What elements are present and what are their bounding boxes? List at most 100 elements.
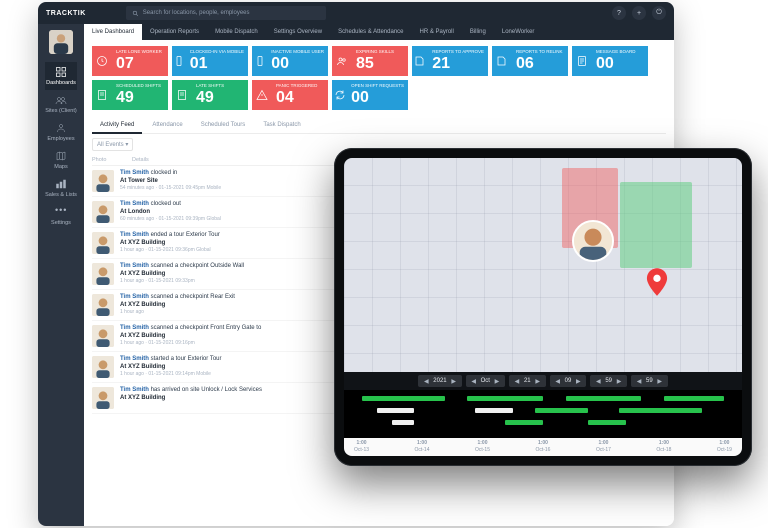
- tile-label: CLOCKED-IN VIA MOBILE: [190, 50, 244, 55]
- feed-meta: 1 hour ago · 01-15-2021 09:33pm: [120, 279, 244, 285]
- search-icon: [132, 10, 139, 17]
- tile-label: EXPIRING SKILLS: [356, 50, 404, 55]
- tile-reports-to-approve[interactable]: REPORTS TO APPROVE21: [412, 46, 488, 76]
- tile-late-shifts[interactable]: LATE SHIFTS49: [172, 80, 248, 110]
- geofence-zone-green: [620, 182, 692, 268]
- tile-label: PANIC TRIGGERED: [276, 84, 324, 89]
- tab-billing[interactable]: Billing: [462, 24, 494, 40]
- tile-inactive-mobile-user[interactable]: INACTIVE MOBILE USER00: [252, 46, 328, 76]
- feed-name: Tim Smith: [120, 232, 149, 238]
- feed-tab-activity-feed[interactable]: Activity Feed: [92, 118, 142, 134]
- date-select-09[interactable]: ◀09▶: [550, 375, 587, 387]
- timeline-gantt[interactable]: [344, 390, 742, 438]
- tab-mobile-dispatch[interactable]: Mobile Dispatch: [207, 24, 266, 40]
- feed-name: Tim Smith: [120, 201, 149, 207]
- nav-item-sales[interactable]: Sales & Lists: [45, 174, 77, 202]
- date-value: 59: [646, 378, 653, 384]
- tile-label: SCHEDULED SHIFTS: [116, 84, 164, 89]
- tab-operation-reports[interactable]: Operation Reports: [142, 24, 207, 40]
- tile-clocked-in-via-mobile[interactable]: CLOCKED-IN VIA MOBILE01: [172, 46, 248, 76]
- date-value: 2021: [433, 378, 446, 384]
- location-pin-icon: [646, 268, 668, 296]
- tile-expiring-skills[interactable]: EXPIRING SKILLS85: [332, 46, 408, 76]
- chevron-right-icon[interactable]: ▶: [493, 378, 501, 385]
- feed-name: Tim Smith: [120, 325, 149, 331]
- sites-icon: [55, 94, 67, 106]
- feed-site: At XYZ Building: [120, 271, 244, 278]
- tile-open-shift-requests[interactable]: OPEN SHIFT REQUESTS00: [332, 80, 408, 110]
- nav-item-dashboard[interactable]: Dashboards: [45, 62, 77, 90]
- feed-name: Tim Smith: [120, 170, 149, 176]
- chevron-right-icon[interactable]: ▶: [574, 378, 582, 385]
- power-button[interactable]: ⏻: [652, 6, 666, 20]
- tile-value: 49: [116, 90, 164, 106]
- feed-avatar: [92, 294, 114, 316]
- feed-site: At XYZ Building: [120, 302, 235, 309]
- axis-tick: 1:00Oct-13: [354, 440, 369, 453]
- nav-item-sites[interactable]: Sites (Client): [45, 90, 77, 118]
- date-select-2021[interactable]: ◀2021 ▶: [418, 375, 461, 387]
- tile-label: LATE SHIFTS: [196, 84, 244, 89]
- tile-scheduled-shifts[interactable]: SCHEDULED SHIFTS49: [92, 80, 168, 110]
- nav-item-maps[interactable]: Maps: [45, 146, 77, 174]
- tile-label: REPORTS TO APPROVE: [432, 50, 484, 55]
- tile-label: INACTIVE MOBILE USER: [271, 50, 324, 55]
- tab-schedules-attendance[interactable]: Schedules & Attendance: [330, 24, 411, 40]
- clock-icon: [92, 46, 112, 76]
- date-select-oct[interactable]: ◀Oct▶: [466, 375, 505, 387]
- tab-loneworker[interactable]: LoneWorker: [494, 24, 543, 40]
- feed-site: At XYZ Building: [120, 364, 222, 371]
- avatar[interactable]: [49, 30, 73, 54]
- date-select-59[interactable]: ◀59▶: [631, 375, 668, 387]
- chevron-left-icon[interactable]: ◀: [513, 378, 521, 385]
- chevron-left-icon[interactable]: ◀: [554, 378, 562, 385]
- feed-name: Tim Smith: [120, 387, 149, 393]
- date-value: 21: [524, 378, 531, 384]
- tab-live-dashboard[interactable]: Live Dashboard: [84, 24, 142, 40]
- tile-value: 00: [271, 56, 324, 72]
- search-input[interactable]: Search for locations, people, employees: [126, 6, 326, 20]
- chevron-right-icon[interactable]: ▶: [534, 378, 542, 385]
- tile-value: 85: [356, 56, 404, 72]
- tile-label: MESSAGE BOARD: [596, 50, 644, 55]
- tile-reports-to-relink[interactable]: REPORTS TO RELINK06: [492, 46, 568, 76]
- map-avatar[interactable]: [572, 220, 614, 262]
- feed-name: Tim Smith: [120, 356, 149, 362]
- tile-panic-triggered[interactable]: PANIC TRIGGERED04: [252, 80, 328, 110]
- feed-action: ended a tour Exterior Tour: [151, 232, 220, 238]
- add-button[interactable]: +: [632, 6, 646, 20]
- feed-site: At XYZ Building: [120, 240, 220, 247]
- chevron-right-icon[interactable]: ▶: [656, 378, 664, 385]
- map[interactable]: [344, 158, 742, 372]
- feed-tab-task-dispatch[interactable]: Task Dispatch: [255, 118, 308, 133]
- help-button[interactable]: ?: [612, 6, 626, 20]
- feed-col-photo: Photo: [92, 157, 132, 163]
- nav-item-employees[interactable]: Employees: [45, 118, 77, 146]
- feed-action: clocked out: [151, 201, 181, 207]
- chevron-left-icon[interactable]: ◀: [422, 378, 430, 385]
- chevron-right-icon[interactable]: ▶: [615, 378, 623, 385]
- feed-name: Tim Smith: [120, 263, 149, 269]
- feed-avatar: [92, 356, 114, 378]
- feed-action: clocked in: [151, 170, 178, 176]
- phone-icon: [172, 46, 186, 76]
- tab-settings-overview[interactable]: Settings Overview: [266, 24, 330, 40]
- phone-icon: [252, 46, 267, 76]
- tab-bar: Live DashboardOperation ReportsMobile Di…: [84, 24, 674, 40]
- users-icon: [332, 46, 352, 76]
- chevron-left-icon[interactable]: ◀: [635, 378, 643, 385]
- chevron-left-icon[interactable]: ◀: [470, 378, 478, 385]
- feed-tab-scheduled-tours[interactable]: Scheduled Tours: [193, 118, 254, 133]
- tile-message-board[interactable]: MESSAGE BOARD00: [572, 46, 648, 76]
- chevron-right-icon[interactable]: ▶: [450, 378, 458, 385]
- feed-tab-attendance[interactable]: Attendance: [144, 118, 190, 133]
- chevron-left-icon[interactable]: ◀: [594, 378, 602, 385]
- date-select-59[interactable]: ◀59▶: [590, 375, 627, 387]
- dashboard-icon: [55, 66, 67, 78]
- tile-value: 00: [596, 56, 644, 72]
- date-select-21[interactable]: ◀21▶: [509, 375, 546, 387]
- feed-filter-select[interactable]: All Events ▾: [92, 138, 133, 151]
- nav-item-settings[interactable]: •••Settings: [45, 202, 77, 230]
- tab-hr-payroll[interactable]: HR & Payroll: [412, 24, 462, 40]
- tile-late-lone-worker[interactable]: LATE LONE WORKER07: [92, 46, 168, 76]
